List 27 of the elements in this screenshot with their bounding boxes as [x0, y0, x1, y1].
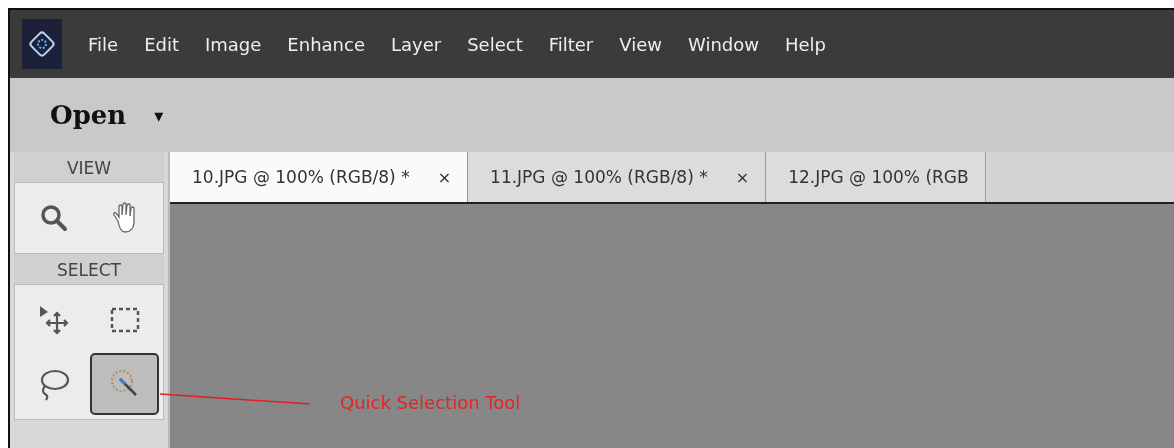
section-title: VIEW: [14, 152, 164, 182]
quick-selection-tool[interactable]: [90, 353, 159, 415]
app-logo-icon[interactable]: [22, 19, 62, 69]
document-tab[interactable]: 12.JPG @ 100% (RGB: [766, 152, 986, 202]
document-tab[interactable]: 11.JPG @ 100% (RGB/8) * ×: [468, 152, 767, 202]
marquee-icon: [108, 306, 141, 334]
menu-item[interactable]: Window: [688, 33, 759, 55]
tab-title: 10.JPG @ 100% (RGB/8) *: [192, 167, 410, 187]
annotation-label: Quick Selection Tool: [340, 392, 521, 413]
menu-item[interactable]: View: [619, 33, 662, 55]
menu-item[interactable]: Image: [205, 33, 262, 55]
close-icon[interactable]: ×: [437, 167, 452, 187]
magnifier-icon: [38, 203, 69, 233]
menu-item[interactable]: Filter: [548, 33, 594, 55]
tab-title: 12.JPG @ 100% (RGB: [788, 167, 969, 187]
menu-item[interactable]: Select: [467, 33, 523, 55]
close-icon[interactable]: ×: [735, 167, 750, 187]
section-title: SELECT: [14, 254, 164, 284]
tab-title: 11.JPG @ 100% (RGB/8) *: [490, 167, 708, 187]
menu-item[interactable]: Enhance: [287, 33, 365, 55]
document-tab[interactable]: 10.JPG @ 100% (RGB/8) * ×: [170, 152, 469, 202]
dropdown-caret[interactable]: ▾: [154, 104, 164, 126]
menu-item[interactable]: Edit: [144, 33, 179, 55]
menu-item[interactable]: File: [88, 33, 119, 55]
menu-item[interactable]: Help: [784, 33, 826, 55]
menu-item[interactable]: Layer: [390, 33, 442, 55]
mode-label: Open: [50, 100, 127, 130]
